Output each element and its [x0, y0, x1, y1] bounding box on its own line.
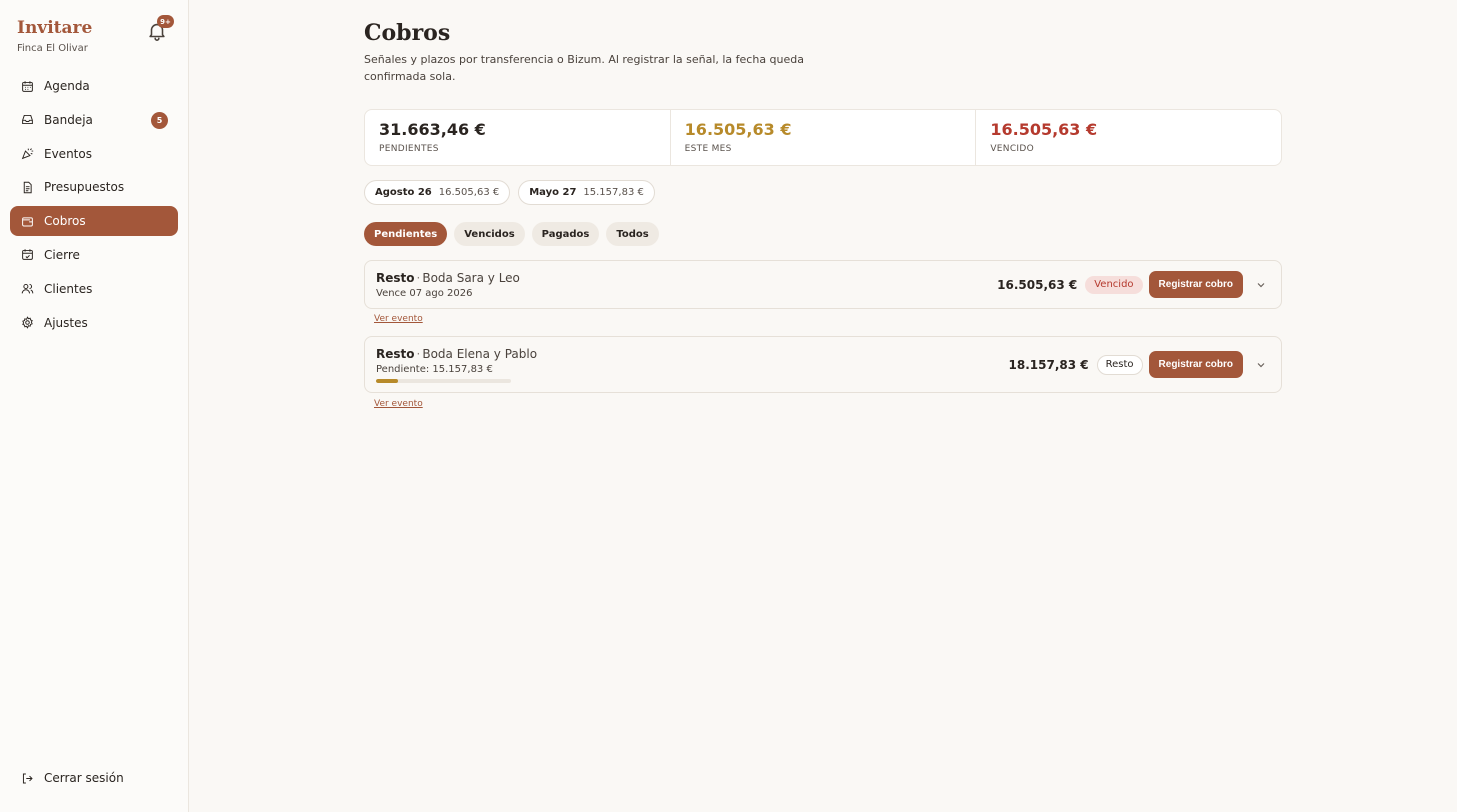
stat-label: VENCIDO: [990, 144, 1034, 154]
calendar-check-icon: [22, 249, 33, 261]
logout-label: Cerrar sesión: [44, 771, 124, 785]
stats-summary: 31.663,46 € PENDIENTES 16.505,63 € ESTE …: [364, 109, 1282, 166]
month-chips: Agosto 26 16.505,63 € Mayo 27 15.157,83 …: [364, 180, 655, 205]
filter-tabs: Pendientes Vencidos Pagados Todos: [364, 222, 659, 246]
payment-card: Resto · Boda Elena y Pablo Pendiente: 15.1…: [364, 336, 1282, 393]
chevron-down-icon[interactable]: [1255, 279, 1267, 291]
calendar-icon: [22, 80, 33, 92]
sidebar-item-cierre[interactable]: Cierre: [10, 240, 178, 270]
sidebar-item-label: Bandeja: [44, 112, 93, 127]
stat-pending: 31.663,46 € PENDIENTES: [365, 110, 671, 165]
stat-overdue: 16.505,63 € VENCIDO: [976, 110, 1281, 165]
sidebar-item-cobros[interactable]: Cobros: [10, 206, 178, 237]
main-nav: Agenda Bandeja 5 Eventos Presupuestos Co…: [10, 71, 178, 341]
sidebar-item-label: Cobros: [44, 214, 86, 229]
logout-button[interactable]: Cerrar sesión: [21, 771, 124, 785]
payment-progress-fill: [376, 379, 399, 383]
register-payment-button[interactable]: Registrar cobro: [1148, 351, 1243, 378]
logout-icon: [22, 773, 33, 783]
wallet-icon: [22, 217, 33, 227]
party-icon: [21, 148, 34, 160]
document-icon: [23, 181, 32, 194]
month-chip[interactable]: Agosto 26 16.505,63 €: [364, 180, 511, 205]
month-chip[interactable]: Mayo 27 15.157,83 €: [518, 180, 655, 205]
status-badge: Vencido: [1085, 275, 1143, 294]
payment-progress: [376, 379, 511, 383]
register-payment-button[interactable]: Registrar cobro: [1148, 271, 1243, 298]
filter-todos[interactable]: Todos: [606, 222, 659, 246]
payment-pending: Pendiente: 15.157,83 €: [376, 364, 493, 375]
payment-event: Boda Sara y Leo: [422, 271, 520, 285]
stat-value: 31.663,46 €: [379, 120, 486, 139]
sidebar-item-ajustes[interactable]: Ajustes: [10, 308, 178, 338]
sidebar-item-agenda[interactable]: Agenda: [10, 71, 178, 101]
payment-type: Resto: [376, 271, 415, 285]
inbox-icon: [22, 115, 33, 125]
filter-vencidos[interactable]: Vencidos: [454, 222, 525, 246]
sidebar: Invitare Finca El Olivar 9+ Agenda Bande…: [0, 0, 189, 812]
brand[interactable]: Invitare Finca El Olivar: [17, 18, 92, 54]
payment-card: Resto · Boda Sara y Leo Vence 07 ago 2026 …: [364, 260, 1282, 309]
month-amount: 16.505,63 €: [438, 187, 500, 198]
status-badge: Resto: [1096, 354, 1143, 375]
stat-this-month: 16.505,63 € ESTE MES: [671, 110, 977, 165]
payment-amount: 18.157,83 €: [1008, 357, 1089, 372]
sidebar-item-presupuestos[interactable]: Presupuestos: [10, 172, 178, 202]
gear-icon: [22, 316, 33, 329]
venue-name: Finca El Olivar: [17, 43, 88, 54]
payment-due: Vence 07 ago 2026: [376, 288, 473, 299]
stat-value: 16.505,63 €: [684, 120, 792, 139]
filter-pendientes[interactable]: Pendientes: [364, 222, 448, 246]
sidebar-item-bandeja[interactable]: Bandeja 5: [10, 105, 178, 135]
brand-name: Invitare: [17, 18, 93, 38]
stat-label: PENDIENTES: [379, 144, 439, 154]
stat-value: 16.505,63 €: [990, 120, 1098, 139]
payment-actions: 16.505,63 € Vencido Registrar cobro: [997, 261, 1267, 308]
month-amount: 15.157,83 €: [583, 187, 644, 198]
notifications-badge: 9+: [157, 15, 174, 28]
month-label: Agosto 26: [375, 187, 432, 198]
page-title: Cobros: [364, 20, 451, 46]
payment-amount: 16.505,63 €: [997, 277, 1078, 292]
sidebar-item-label: Clientes: [44, 281, 93, 296]
sidebar-item-label: Cierre: [44, 247, 80, 262]
view-event-link[interactable]: Ver evento: [374, 314, 423, 324]
page-description: Señales y plazos por transferencia o Biz…: [364, 53, 805, 83]
chevron-down-icon[interactable]: [1255, 359, 1267, 371]
payment-title: Resto · Boda Elena y Pablo: [376, 347, 538, 361]
inbox-count-badge: 5: [151, 111, 168, 129]
sidebar-item-label: Presupuestos: [44, 180, 125, 195]
payment-actions: 18.157,83 € Resto Registrar cobro: [1009, 337, 1267, 392]
payment-info: Resto · Boda Elena y Pablo Pendiente: 15.1…: [376, 347, 537, 383]
view-event-link[interactable]: Ver evento: [374, 399, 423, 409]
sidebar-item-clientes[interactable]: Clientes: [10, 274, 178, 304]
sidebar-item-label: Agenda: [44, 79, 90, 93]
sidebar-item-eventos[interactable]: Eventos: [10, 139, 178, 169]
users-icon: [21, 284, 34, 294]
stat-label: ESTE MES: [684, 144, 732, 154]
payment-info: Resto · Boda Sara y Leo Vence 07 ago 2026: [376, 271, 520, 299]
filter-pagados[interactable]: Pagados: [531, 222, 600, 246]
sidebar-item-label: Eventos: [44, 146, 92, 161]
payment-event: Boda Elena y Pablo: [422, 347, 538, 361]
payment-type: Resto: [376, 347, 415, 361]
payment-title: Resto · Boda Sara y Leo: [376, 271, 520, 285]
month-label: Mayo 27: [529, 187, 577, 198]
sidebar-item-label: Ajustes: [44, 315, 88, 330]
